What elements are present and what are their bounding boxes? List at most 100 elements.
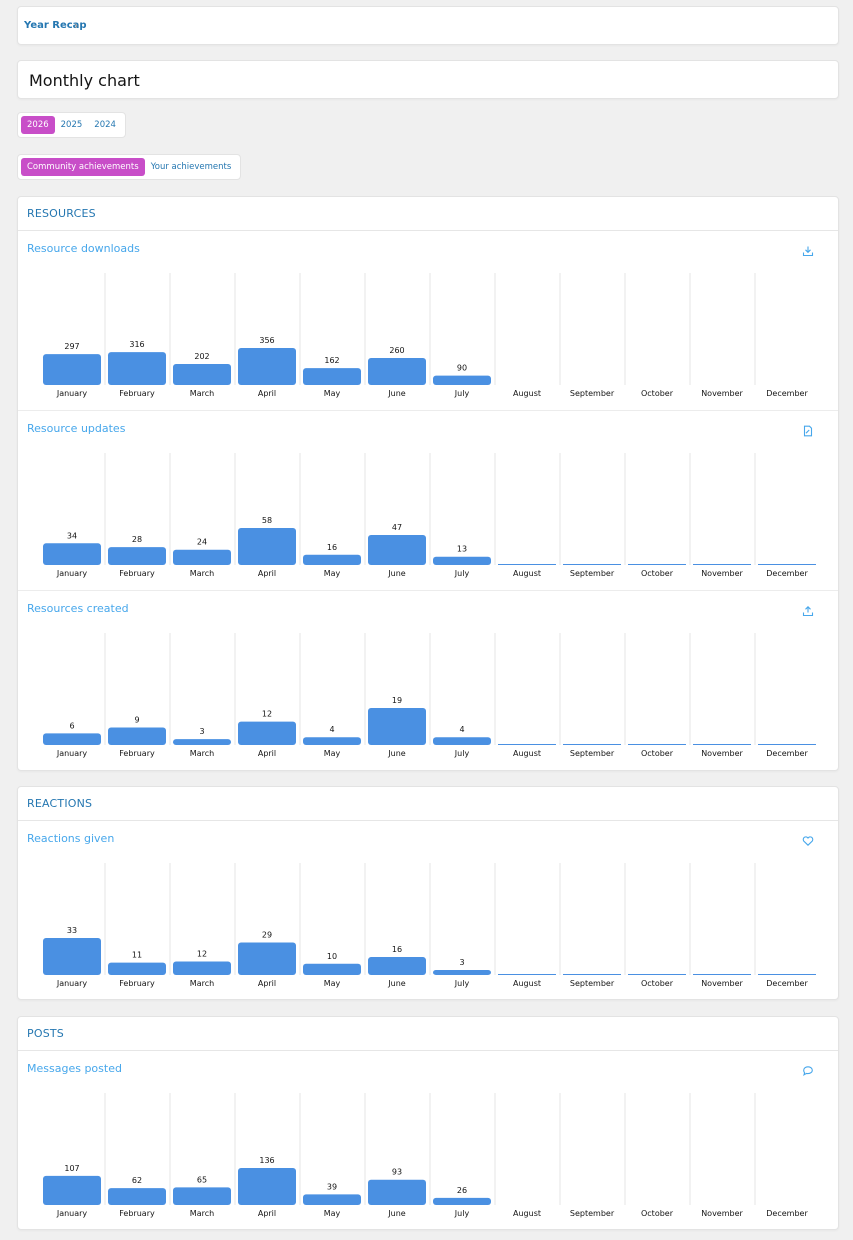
bar-value-label: 39 (327, 1182, 337, 1191)
bar[interactable] (628, 974, 686, 975)
page-title-card: Monthly chart (17, 60, 839, 99)
month-label: June (387, 1209, 406, 1218)
month-label: January (56, 389, 88, 398)
month-label: July (454, 389, 470, 398)
bar-value-label: 16 (327, 543, 337, 552)
bar-value-label: 162 (324, 356, 339, 365)
bar[interactable] (758, 564, 816, 565)
bar[interactable] (433, 375, 491, 385)
tab-your-achievements[interactable]: Your achievements (145, 158, 238, 176)
month-label: February (119, 569, 155, 578)
bar[interactable] (238, 721, 296, 745)
chart-resources-created: Resources created 6 January 9 February 3 Marc… (18, 591, 838, 771)
month-label: September (570, 979, 615, 988)
bar[interactable] (758, 744, 816, 745)
bar[interactable] (368, 535, 426, 565)
month-label: August (513, 569, 541, 578)
month-label: May (324, 749, 341, 758)
bar-value-label: 93 (392, 1168, 402, 1177)
month-label: August (513, 749, 541, 758)
bar[interactable] (433, 970, 491, 975)
bar[interactable] (628, 744, 686, 745)
tab-year-2024[interactable]: 2024 (88, 116, 122, 134)
month-label: March (190, 569, 214, 578)
tab-year-2025[interactable]: 2025 (55, 116, 89, 134)
bar[interactable] (368, 708, 426, 745)
bar[interactable] (108, 1188, 166, 1205)
bar[interactable] (498, 564, 556, 565)
bar[interactable] (43, 1175, 101, 1205)
section-title-resources: RESOURCES (18, 197, 838, 231)
bar[interactable] (498, 744, 556, 745)
month-label: June (387, 749, 406, 758)
month-label: April (258, 1209, 276, 1218)
bar[interactable] (498, 974, 556, 975)
bar[interactable] (43, 354, 101, 385)
month-label: July (454, 569, 470, 578)
bar[interactable] (303, 1194, 361, 1205)
bar[interactable] (173, 961, 231, 975)
bar-value-label: 297 (64, 342, 79, 351)
bar[interactable] (368, 357, 426, 385)
bar[interactable] (43, 543, 101, 565)
month-label: May (324, 1209, 341, 1218)
bar[interactable] (563, 974, 621, 975)
chart-resource-updates: Resource updates 34 January 28 February 24 Ma… (18, 411, 838, 591)
tab-year-2026[interactable]: 2026 (21, 116, 55, 134)
bar[interactable] (238, 348, 296, 385)
bar[interactable] (758, 974, 816, 975)
resources-section: RESOURCES Resource downloads 297 January 3… (17, 196, 839, 771)
bar[interactable] (433, 556, 491, 565)
bar[interactable] (173, 1187, 231, 1205)
bar[interactable] (433, 737, 491, 745)
tab-community-achievements[interactable]: Community achievements (21, 158, 145, 176)
bar[interactable] (43, 733, 101, 745)
bar-chart: 33 January 11 February 12 March 29 April 10 May 16… (43, 863, 816, 988)
bar-value-label: 29 (262, 930, 272, 939)
bar[interactable] (693, 564, 751, 565)
bar-value-label: 11 (132, 951, 142, 960)
bar[interactable] (563, 564, 621, 565)
bar[interactable] (368, 1179, 426, 1205)
bar[interactable] (303, 737, 361, 745)
bar[interactable] (43, 938, 101, 975)
month-label: January (56, 1209, 88, 1218)
bar-value-label: 9 (134, 715, 139, 724)
bar[interactable] (173, 549, 231, 565)
bar-value-label: 6 (69, 721, 74, 730)
month-label: February (119, 1209, 155, 1218)
bar[interactable] (563, 744, 621, 745)
bar-value-label: 58 (262, 516, 272, 525)
bar[interactable] (368, 957, 426, 975)
month-label: February (119, 389, 155, 398)
bar-chart: 107 January 62 February 65 March 136 April 39 May… (43, 1093, 808, 1218)
bar[interactable] (693, 974, 751, 975)
bar[interactable] (238, 1168, 296, 1205)
bar[interactable] (303, 963, 361, 975)
bar[interactable] (433, 1197, 491, 1205)
bar[interactable] (108, 352, 166, 385)
bar-value-label: 107 (64, 1164, 79, 1173)
month-label: November (701, 569, 743, 578)
section-title-posts: POSTS (18, 1017, 838, 1051)
bar[interactable] (628, 564, 686, 565)
bar-value-label: 33 (67, 926, 77, 935)
bar[interactable] (173, 364, 231, 385)
bar[interactable] (108, 962, 166, 975)
month-label: November (701, 749, 743, 758)
month-label: March (190, 389, 214, 398)
bar-value-label: 12 (197, 950, 207, 959)
breadcrumb: Year Recap › (17, 6, 839, 45)
month-label: December (766, 1209, 808, 1218)
bar[interactable] (238, 528, 296, 565)
bar[interactable] (303, 368, 361, 385)
bar[interactable] (693, 744, 751, 745)
month-label: March (190, 749, 214, 758)
month-label: December (766, 979, 808, 988)
bar[interactable] (238, 942, 296, 975)
bar[interactable] (173, 739, 231, 745)
bar-value-label: 260 (389, 346, 404, 355)
bar[interactable] (108, 547, 166, 565)
bar[interactable] (108, 727, 166, 745)
bar[interactable] (303, 554, 361, 565)
